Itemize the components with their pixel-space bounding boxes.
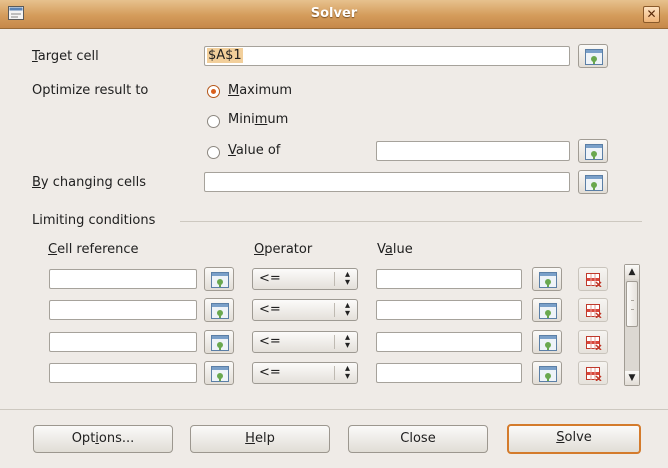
scroll-down-icon[interactable]: ▼ <box>625 371 639 385</box>
combo-separator <box>334 272 335 286</box>
operator-select[interactable]: <= ▴ ▾ <box>252 362 358 384</box>
target-cell-value: $A$1 <box>207 48 243 63</box>
label-maximum[interactable]: Maximum <box>228 83 292 98</box>
condition-value-shrink-button[interactable] <box>532 267 562 291</box>
condition-cell-input[interactable] <box>49 300 197 320</box>
delete-condition-icon <box>586 273 602 287</box>
delete-condition-icon <box>586 336 602 350</box>
shrink-range-icon <box>211 272 229 288</box>
close-button[interactable]: Close <box>348 425 488 453</box>
label-maximum-text: aximum <box>239 83 293 98</box>
value-of-shrink-button[interactable] <box>578 139 608 163</box>
delete-condition-icon <box>586 304 602 318</box>
shrink-range-icon <box>539 272 557 288</box>
shrink-range-icon <box>539 335 557 351</box>
condition-cell-input[interactable] <box>49 332 197 352</box>
updown-chevron-icon: ▴ ▾ <box>344 363 350 382</box>
updown-chevron-icon: ▴ ▾ <box>344 332 350 351</box>
condition-value-input[interactable] <box>376 363 522 383</box>
delete-condition-button[interactable] <box>578 330 608 354</box>
condition-cell-input[interactable] <box>49 363 197 383</box>
limiting-conditions-heading: Limiting conditions <box>32 213 156 228</box>
operator-value: <= <box>259 302 281 317</box>
condition-value-shrink-button[interactable] <box>532 361 562 385</box>
delete-condition-button[interactable] <box>578 361 608 385</box>
condition-value-input[interactable] <box>376 332 522 352</box>
changing-cells-input[interactable] <box>204 172 570 192</box>
operator-select[interactable]: <= ▴ ▾ <box>252 331 358 353</box>
header-value: Value <box>377 242 413 257</box>
condition-cell-shrink-button[interactable] <box>204 330 234 354</box>
changing-shrink-button[interactable] <box>578 170 608 194</box>
delete-condition-icon <box>586 367 602 381</box>
optimize-label: Optimize result to <box>32 83 149 98</box>
solve-button[interactable]: Solve <box>507 424 641 454</box>
operator-select[interactable]: <= ▴ ▾ <box>252 268 358 290</box>
radio-maximum[interactable] <box>207 85 220 98</box>
close-window-icon[interactable]: ✕ <box>643 6 660 23</box>
target-cell-label: Target cell <box>32 49 99 64</box>
options-button[interactable]: Options... <box>33 425 173 453</box>
radio-value-of[interactable] <box>207 146 220 159</box>
conditions-scrollbar[interactable]: ▲ ▼ <box>624 264 640 386</box>
shrink-range-icon <box>585 175 603 191</box>
scroll-thumb[interactable] <box>626 281 638 327</box>
label-minimum[interactable]: Minimum <box>228 112 288 127</box>
condition-cell-input[interactable] <box>49 269 197 289</box>
operator-value: <= <box>259 365 281 380</box>
condition-cell-shrink-button[interactable] <box>204 298 234 322</box>
window-title: Solver <box>310 6 358 21</box>
condition-cell-shrink-button[interactable] <box>204 361 234 385</box>
changing-cells-label: By changing cells <box>32 175 146 190</box>
shrink-range-icon <box>211 366 229 382</box>
header-operator: Operator <box>254 242 313 257</box>
target-shrink-button[interactable] <box>578 44 608 68</box>
combo-separator <box>334 303 335 317</box>
shrink-range-icon <box>585 144 603 160</box>
updown-chevron-icon: ▴ ▾ <box>344 300 350 319</box>
condition-value-input[interactable] <box>376 269 522 289</box>
delete-condition-button[interactable] <box>578 298 608 322</box>
shrink-range-icon <box>211 335 229 351</box>
solver-dialog: Solver ✕ Target cell $A$1 Optimize resul… <box>0 0 668 468</box>
scroll-up-icon[interactable]: ▲ <box>625 265 639 279</box>
condition-cell-shrink-button[interactable] <box>204 267 234 291</box>
shrink-range-icon <box>211 303 229 319</box>
condition-value-input[interactable] <box>376 300 522 320</box>
help-button[interactable]: Help <box>190 425 330 453</box>
section-divider <box>180 221 642 222</box>
target-cell-input[interactable]: $A$1 <box>204 46 570 66</box>
title-bar[interactable]: Solver ✕ <box>0 0 668 29</box>
shrink-range-icon <box>539 303 557 319</box>
condition-value-shrink-button[interactable] <box>532 298 562 322</box>
operator-value: <= <box>259 271 281 286</box>
updown-chevron-icon: ▴ ▾ <box>344 269 350 288</box>
shrink-range-icon <box>539 366 557 382</box>
operator-select[interactable]: <= ▴ ▾ <box>252 299 358 321</box>
target-cell-label-text: arget cell <box>37 49 99 64</box>
operator-value: <= <box>259 334 281 349</box>
shrink-range-icon <box>585 49 603 65</box>
combo-separator <box>334 335 335 349</box>
value-of-input[interactable] <box>376 141 570 161</box>
button-area-divider <box>0 409 668 410</box>
label-value-of[interactable]: Value of <box>228 143 280 158</box>
condition-value-shrink-button[interactable] <box>532 330 562 354</box>
combo-separator <box>334 366 335 380</box>
delete-condition-button[interactable] <box>578 267 608 291</box>
radio-minimum[interactable] <box>207 115 220 128</box>
header-cell-reference: Cell reference <box>48 242 139 257</box>
